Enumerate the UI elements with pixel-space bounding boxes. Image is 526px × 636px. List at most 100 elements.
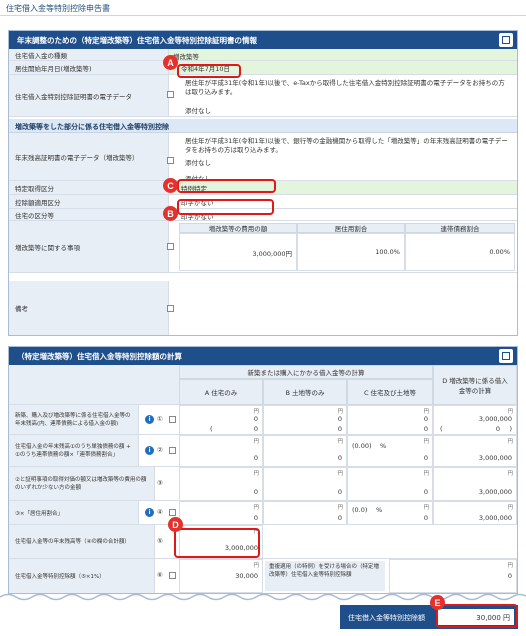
certificate-panel-header: 年末調整のための（特定増改築等）住宅借入金等特別控除証明書の情報 bbox=[9, 31, 517, 49]
calc-row-2-checkbox[interactable] bbox=[169, 447, 176, 454]
calculation-panel: （特定増改築等）住宅借入金等特別控除額の計算 新築または購入にかかる借入金等の計… bbox=[8, 346, 518, 594]
joint-debt-ratio-header: 連帯債務割合 bbox=[405, 223, 515, 233]
calc-row-4-number: ④ bbox=[157, 508, 163, 516]
info-icon[interactable]: i bbox=[145, 415, 154, 424]
dual-application-note: 重複適用（の特例）を受ける場合の（特定増改築等）住宅借入金等特別控除額 bbox=[265, 561, 385, 591]
col-b-header: B 土地等のみ bbox=[263, 379, 347, 405]
calculation-panel-title: （特定増改築等）住宅借入金等特別控除額の計算 bbox=[17, 352, 182, 361]
info-icon[interactable]: i bbox=[145, 508, 154, 517]
calc-row-1-checkbox[interactable] bbox=[169, 416, 176, 423]
calc-row-4-c[interactable]: 円 (0.0)% 0 bbox=[347, 501, 433, 525]
dual-application-value[interactable]: 円0 bbox=[389, 559, 517, 593]
loan-type-label: 住宅借入金の種類 bbox=[9, 49, 169, 60]
joint-debt-ratio-value: 0.00% bbox=[405, 233, 515, 271]
specific-acquisition-label: 特定取得区分 bbox=[9, 181, 169, 194]
calc-row-3-a[interactable]: 円0 bbox=[179, 467, 263, 501]
total-deduction-label: 住宅借入金等特別控除額 bbox=[348, 614, 425, 622]
calc-row-1-number: ① bbox=[157, 415, 163, 423]
e-data-checkbox[interactable] bbox=[167, 91, 174, 98]
marker-a: A bbox=[163, 55, 178, 70]
page-title: 住宅借入金等特別控除申告書 bbox=[6, 4, 110, 13]
calc-row-2-c[interactable]: 円 (0.00)% 0 bbox=[347, 435, 433, 467]
balance-cert-label: 年末残高証明書の電子データ（増改築等） bbox=[9, 133, 169, 180]
e-data-description: 居住年が平成31年(令和1年)以後で、e-Taxから取得した住宅借入金特別控除証… bbox=[185, 79, 505, 96]
renovation-matters-row: 増改築等に関する事項 増改築等の費用の額 居住用割合 連帯債務割合 3,000,… bbox=[9, 221, 517, 273]
calc-row-5: 住宅借入金等の年末残高等（④の欄の合計額） ⑤ 円 3,000,000 bbox=[9, 525, 517, 559]
calc-row-2: 住宅借入金の年末残高①のうち単独債務の額 + ①のうち連帯債務の額×「連帯債務割… bbox=[9, 435, 517, 467]
calc-row-4: ③×「居住用割合」 i ④ 円0 円0 円 (0.0)% 0 円 3,000,000 bbox=[9, 501, 517, 525]
move-in-date-row: 居住開始年月日(増改築等) 令和4年7月10日 bbox=[9, 61, 517, 75]
cut-line bbox=[0, 593, 526, 601]
calc-row-6-checkbox[interactable] bbox=[169, 572, 176, 579]
remarks-row: 備考 bbox=[9, 281, 517, 335]
calc-row-3-number: ③ bbox=[157, 479, 163, 487]
col-a-header: A 住宅のみ bbox=[179, 379, 263, 405]
renovation-matters-checkbox[interactable] bbox=[167, 243, 174, 250]
move-in-date-label: 居住開始年月日(増改築等) bbox=[9, 61, 169, 74]
certificate-panel-title: 年末調整のための（特定増改築等）住宅借入金等特別控除証明書の情報 bbox=[17, 36, 257, 45]
calc-row-3: ②と証明事項の取得対価の額又は増改築等の費用の額のいずれか少ない方の金額 ③ 円… bbox=[9, 467, 517, 501]
marker-d: D bbox=[168, 517, 183, 532]
calc-row-1-c[interactable]: 円00 bbox=[347, 405, 433, 435]
marker-b: B bbox=[163, 206, 178, 221]
renovation-section-header: 増改築等をした部分に係る住宅借入金等特別控除 bbox=[9, 119, 517, 133]
balance-cert-status-1: 添付なし bbox=[185, 159, 211, 167]
calculation-panel-header: （特定増改築等）住宅借入金等特別控除額の計算 bbox=[9, 347, 517, 365]
e-data-row: 住宅借入金特別控除証明書の電子データ 居住年が平成31年(令和1年)以後で、e-… bbox=[9, 75, 517, 117]
renovation-matters-label: 増改築等に関する事項 bbox=[9, 221, 169, 272]
highlight-d bbox=[174, 528, 260, 558]
balance-cert-description: 居住年が平成31年(令和1年)以後で、銀行等の金融機関から取得した「増改築等」の… bbox=[185, 137, 508, 154]
calc-row-2-b[interactable]: 円0 bbox=[263, 435, 347, 467]
calc-row-1: 新築、購入及び増改築等に係る住宅借入金等の年末残高(内、連帯債務による借入金の額… bbox=[9, 405, 517, 435]
info-icon[interactable]: i bbox=[145, 446, 154, 455]
calc-row-1-a[interactable]: 円 0(0 bbox=[179, 405, 263, 435]
calc-row-2-d[interactable]: 円 3,000,000 bbox=[433, 435, 517, 467]
calc-row-3-d[interactable]: 円 3,000,000 bbox=[433, 467, 517, 501]
highlight-e bbox=[436, 604, 518, 628]
deduction-limit-label: 控除額適用区分 bbox=[9, 195, 169, 208]
remarks-checkbox[interactable] bbox=[167, 305, 174, 312]
calc-row-3-c[interactable]: 円0 bbox=[347, 467, 433, 501]
calc-row-4-b[interactable]: 円0 bbox=[263, 501, 347, 525]
col-c-header: C 住宅及び土地等 bbox=[347, 379, 433, 405]
renovation-cost-header: 増改築等の費用の額 bbox=[179, 223, 297, 233]
calc-row-6-label: 住宅借入金等特別控除額（⑤×1%） bbox=[9, 559, 155, 593]
col-d-header: D 増改築等に係る借入金等の計算 bbox=[433, 365, 517, 405]
balance-cert-checkbox[interactable] bbox=[167, 157, 174, 164]
calc-row-2-a[interactable]: 円0 bbox=[179, 435, 263, 467]
marker-e: E bbox=[430, 595, 445, 610]
loan-type-row: 住宅借入金の種類 増改築等 bbox=[9, 49, 517, 61]
calc-row-3-b[interactable]: 円0 bbox=[263, 467, 347, 501]
marker-c: C bbox=[163, 178, 178, 193]
calc-row-6-a[interactable]: 円 30,000 bbox=[179, 559, 263, 593]
calc-row-3-label: ②と証明事項の取得対価の額又は増改築等の費用の額のいずれか少ない方の金額 bbox=[9, 467, 155, 500]
calc-row-4-checkbox[interactable] bbox=[169, 509, 176, 516]
calc-row-4-label: ③×「居住用割合」 bbox=[9, 501, 139, 524]
title-bar: 住宅借入金等特別控除申告書 bbox=[0, 0, 526, 16]
calc-row-2-number: ② bbox=[157, 446, 163, 454]
collapse-icon[interactable] bbox=[499, 33, 513, 47]
calc-row-4-a[interactable]: 円0 bbox=[179, 501, 263, 525]
calc-row-1-d[interactable]: 円 3,000,000(0) bbox=[433, 405, 517, 435]
calc-row-1-label: 新築、購入及び増改築等に係る住宅借入金等の年末残高(内、連帯債務による借入金の額… bbox=[9, 405, 139, 434]
calc-row-5-label: 住宅借入金等の年末残高等（④の欄の合計額） bbox=[9, 525, 155, 558]
collapse-icon[interactable] bbox=[499, 349, 513, 363]
group-header: 新築または購入にかかる借入金等の計算 bbox=[179, 365, 433, 379]
housing-type-label: 住宅の区分等 bbox=[9, 209, 169, 220]
residential-ratio-header: 居住用割合 bbox=[297, 223, 405, 233]
highlight-c bbox=[177, 179, 276, 193]
calc-row-2-label: 住宅借入金の年末残高①のうち単独債務の額 + ①のうち連帯債務の額×「連帯債務割… bbox=[9, 435, 139, 466]
calc-row-6-number: ⑥ bbox=[157, 571, 163, 579]
calc-row-5-number: ⑤ bbox=[157, 537, 163, 545]
highlight-b bbox=[177, 199, 274, 215]
loan-type-value: 増改築等 bbox=[169, 49, 517, 61]
calc-row-1-b[interactable]: 円00 bbox=[263, 405, 347, 435]
highlight-a bbox=[177, 64, 241, 78]
residential-ratio-value: 100.0% bbox=[297, 233, 405, 271]
renovation-cost-value: 3,000,000円 bbox=[179, 233, 297, 271]
calc-header-row: 新築または購入にかかる借入金等の計算 A 住宅のみ B 土地等のみ C 住宅及び… bbox=[9, 365, 517, 405]
calc-row-6: 住宅借入金等特別控除額（⑤×1%） ⑥ 円 30,000 重複適用（の特例）を受け… bbox=[9, 559, 517, 593]
balance-cert-row: 年末残高証明書の電子データ（増改築等） 居住年が平成31年(令和1年)以後で、銀… bbox=[9, 133, 517, 183]
calc-row-4-d[interactable]: 円 3,000,000 bbox=[433, 501, 517, 525]
e-data-status: 添付なし bbox=[185, 107, 211, 115]
